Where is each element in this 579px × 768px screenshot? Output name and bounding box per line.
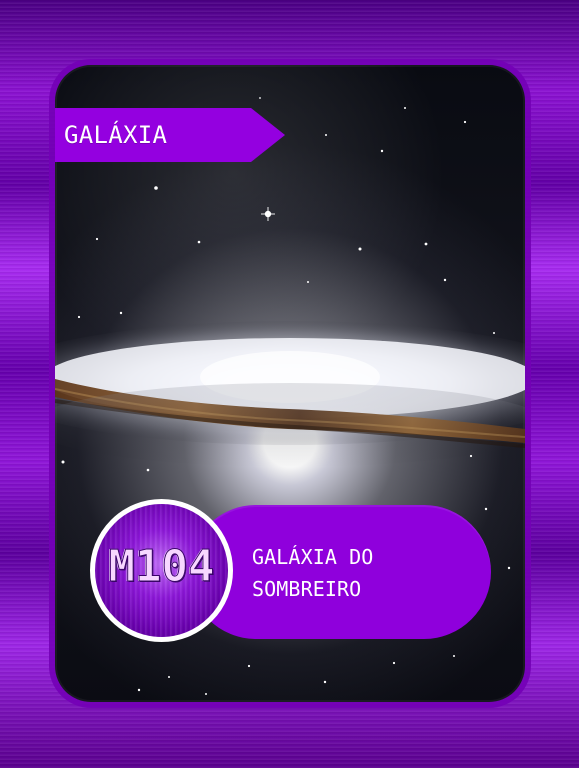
galaxy-name-line-1: GALÁXIA DO bbox=[252, 545, 374, 569]
galaxy-name-line-2: SOMBREIRO bbox=[252, 577, 362, 601]
catalog-badge: M104 bbox=[90, 499, 233, 642]
galaxy-type-tag: GALÁXIA ESPIRAL bbox=[55, 108, 285, 162]
galaxy-name-panel bbox=[189, 505, 491, 639]
catalog-code: M104 bbox=[108, 541, 215, 592]
